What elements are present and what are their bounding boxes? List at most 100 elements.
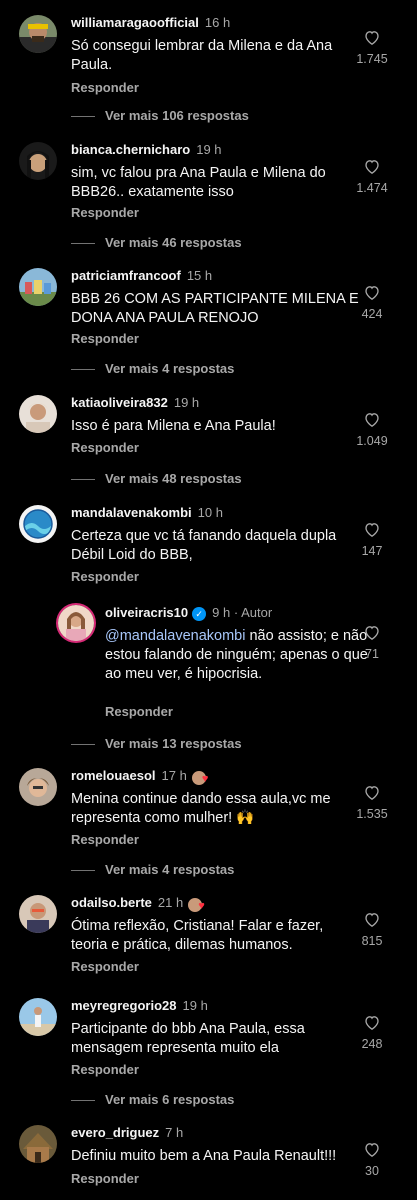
reply-button[interactable]: Responder	[71, 331, 139, 346]
username[interactable]: meyregregorio28	[71, 998, 177, 1013]
like-button[interactable]: 815	[342, 912, 402, 948]
timestamp: 7 h	[165, 1125, 184, 1140]
divider-line	[71, 744, 95, 746]
reply-button[interactable]: Responder	[71, 1171, 139, 1186]
reply-button[interactable]: Responder	[105, 704, 173, 719]
like-count: 1.049	[356, 434, 388, 448]
avatar[interactable]	[19, 15, 57, 53]
comment-meta: romelouaesol 17 h ♥	[71, 768, 215, 786]
username[interactable]: oliveiracris10	[105, 605, 188, 620]
comment-text: Só consegui lembrar da Milena e da Ana P…	[71, 38, 333, 73]
timestamp: 19 h	[196, 142, 222, 157]
like-count: 424	[361, 307, 383, 321]
author-badge: Autor	[241, 605, 273, 620]
heart-outline-icon	[365, 286, 379, 300]
like-button[interactable]: 1.049	[342, 412, 402, 448]
avatar[interactable]	[19, 395, 57, 433]
like-count: 71	[365, 647, 379, 661]
avatar[interactable]	[19, 998, 57, 1036]
like-button[interactable]: 30	[342, 1142, 402, 1178]
like-button[interactable]: 248	[342, 1015, 402, 1051]
divider-line	[71, 116, 95, 118]
view-more-label: Ver mais 6 respostas	[105, 1092, 235, 1107]
timestamp: 21 h	[157, 895, 184, 910]
view-more-replies[interactable]: Ver mais 4 respostas	[71, 361, 234, 376]
view-more-replies[interactable]: Ver mais 6 respostas	[71, 1092, 234, 1107]
heart-outline-icon	[365, 786, 379, 800]
comment-meta: meyregregorio28 19 h	[71, 998, 208, 1014]
timestamp: 10 h	[197, 505, 223, 520]
timestamp: 9 h	[212, 605, 231, 620]
avatar[interactable]	[19, 895, 57, 933]
like-count: 147	[361, 544, 383, 558]
reply-button[interactable]: Responder	[71, 569, 139, 584]
comment-text: Isso é para Milena e Ana Paula!	[71, 418, 276, 434]
reply-button[interactable]: Responder	[71, 440, 139, 455]
heart-outline-icon	[365, 523, 379, 537]
username[interactable]: bianca.chernicharo	[71, 142, 190, 157]
comment-meta: evero_driguez 7 h	[71, 1125, 183, 1141]
like-count: 815	[361, 934, 383, 948]
heart-outline-icon	[365, 626, 379, 640]
heart-outline-icon	[365, 31, 379, 45]
divider-line	[71, 369, 95, 371]
comment-meta: bianca.chernicharo 19 h	[71, 142, 222, 158]
username[interactable]: odailso.berte	[71, 895, 152, 910]
heart-outline-icon	[365, 1143, 379, 1157]
comment-meta: katiaoliveira832 19 h	[71, 395, 199, 411]
like-button[interactable]: 1.535	[342, 785, 402, 821]
comment-text: Certeza que vc tá fanando daquela dupla …	[71, 528, 337, 563]
username[interactable]: romelouaesol	[71, 768, 156, 783]
username[interactable]: williamaragaoofficial	[71, 15, 199, 30]
view-more-replies[interactable]: Ver mais 46 respostas	[71, 235, 242, 250]
heart-outline-icon	[365, 913, 379, 927]
timestamp: 16 h	[204, 15, 231, 30]
view-more-label: Ver mais 4 respostas	[105, 862, 235, 877]
verified-badge-icon: ✓	[192, 606, 207, 621]
comment-meta: odailso.berte 21 h ♥	[71, 895, 211, 913]
reply-button[interactable]: Responder	[71, 1062, 139, 1077]
reply-button[interactable]: Responder	[71, 959, 139, 974]
timestamp: 17 h	[161, 768, 187, 783]
username[interactable]: evero_driguez	[71, 1125, 159, 1140]
avatar[interactable]	[58, 605, 94, 641]
creator-reaction: ♥	[187, 896, 211, 913]
username[interactable]: katiaoliveira832	[71, 395, 168, 410]
view-more-replies[interactable]: Ver mais 4 respostas	[71, 862, 234, 877]
divider-line	[71, 243, 95, 245]
comment-text: sim, vc falou pra Ana Paula e Milena do …	[71, 165, 326, 200]
view-more-replies[interactable]: Ver mais 106 respostas	[71, 108, 249, 123]
heart-outline-icon	[365, 413, 379, 427]
view-more-replies[interactable]: Ver mais 48 respostas	[71, 471, 242, 486]
like-button[interactable]: 424	[342, 285, 402, 321]
username[interactable]: patriciamfrancoof	[71, 268, 181, 283]
timestamp: 15 h	[186, 268, 213, 283]
view-more-label: Ver mais 4 respostas	[105, 361, 235, 376]
mention-link[interactable]: @mandalavenakombi	[105, 628, 245, 644]
view-more-label: Ver mais 106 respostas	[105, 108, 249, 123]
avatar[interactable]	[19, 268, 57, 306]
avatar[interactable]	[19, 768, 57, 806]
like-count: 1.745	[356, 52, 388, 66]
reply-button[interactable]: Responder	[71, 832, 139, 847]
like-button[interactable]: 71	[342, 625, 402, 661]
comment-text: Ótima reflexão, Cristiana! Falar e fazer…	[71, 918, 324, 953]
avatar[interactable]	[19, 505, 57, 543]
like-button[interactable]: 147	[342, 522, 402, 558]
heart-filled-icon: ♥	[198, 899, 205, 912]
comment-text: Menina continue dando essa aula,vc me re…	[71, 791, 331, 826]
like-button[interactable]: 1.745	[342, 30, 402, 66]
like-button[interactable]: 1.474	[342, 159, 402, 195]
divider-line	[71, 479, 95, 481]
view-more-replies[interactable]: Ver mais 13 respostas	[71, 736, 242, 751]
reply-button[interactable]: Responder	[71, 80, 139, 95]
avatar[interactable]	[19, 1125, 57, 1163]
username[interactable]: mandalavenakombi	[71, 505, 192, 520]
separator-dot: ·	[233, 605, 239, 620]
heart-outline-icon	[365, 1016, 379, 1030]
comment-text: Participante do bbb Ana Paula, essa mens…	[71, 1021, 305, 1056]
comment-meta: williamaragaoofficial 16 h	[71, 15, 230, 31]
avatar[interactable]	[19, 142, 57, 180]
timestamp: 19 h	[173, 395, 200, 410]
reply-button[interactable]: Responder	[71, 205, 139, 220]
